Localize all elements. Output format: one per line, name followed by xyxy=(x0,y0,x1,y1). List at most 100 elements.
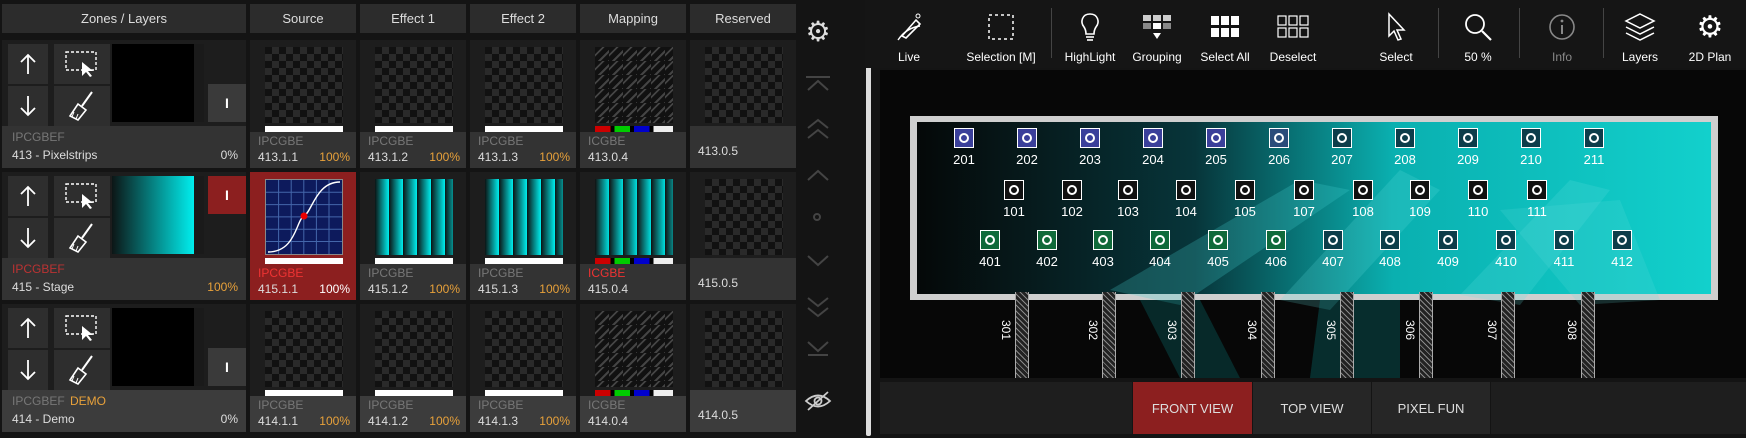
scroll-bottom-icon[interactable] xyxy=(806,340,830,361)
center-dot-icon[interactable] xyxy=(813,213,821,221)
truss-tower[interactable] xyxy=(1581,292,1595,378)
select-all-button[interactable]: Select All xyxy=(1191,4,1259,64)
plan-2d-button[interactable]: ⚙ 2D Plan xyxy=(1685,4,1735,65)
clear-zone-button[interactable] xyxy=(54,350,110,390)
fixture[interactable] xyxy=(1554,230,1574,250)
fixture[interactable] xyxy=(1584,128,1604,148)
fixture[interactable] xyxy=(1176,180,1196,200)
step-down-icon[interactable] xyxy=(806,254,830,273)
layer-cell[interactable]: IPCGBE 414.1.2 100% xyxy=(360,304,466,432)
truss-tower[interactable] xyxy=(1181,292,1195,378)
highlight-button[interactable]: HighLight xyxy=(1060,4,1120,64)
fixture[interactable] xyxy=(1458,128,1478,148)
fixture-lens-icon xyxy=(1240,185,1250,195)
truss-tower[interactable] xyxy=(1261,292,1275,378)
zone-toggle-button[interactable]: I xyxy=(208,84,246,122)
truss-tower[interactable] xyxy=(1102,292,1116,378)
layer-cell[interactable]: IPCGBE 413.1.1 100% xyxy=(250,40,356,168)
fixture[interactable] xyxy=(1395,128,1415,148)
select-zone-button[interactable] xyxy=(54,176,110,216)
deselect-button[interactable]: Deselect xyxy=(1263,4,1323,64)
tab-front-view[interactable]: FRONT VIEW xyxy=(1133,382,1252,434)
move-up-button[interactable] xyxy=(8,308,48,348)
fixture[interactable] xyxy=(1353,180,1373,200)
move-up-button[interactable] xyxy=(8,176,48,216)
clear-zone-button[interactable] xyxy=(54,218,110,258)
fixture[interactable] xyxy=(1266,230,1286,250)
live-button[interactable]: Live xyxy=(889,4,929,64)
selection-button[interactable]: Selection [M] xyxy=(961,4,1041,64)
layer-cell[interactable]: IPCGBE 415.1.1 100% xyxy=(250,172,356,300)
layer-cell[interactable]: 415.0.5 xyxy=(690,172,796,300)
layer-cell[interactable]: 413.0.5 xyxy=(690,40,796,168)
fixture[interactable] xyxy=(1004,180,1024,200)
fixture[interactable] xyxy=(1093,230,1113,250)
fixture[interactable] xyxy=(1294,180,1314,200)
move-down-button[interactable] xyxy=(8,86,48,126)
fixture[interactable] xyxy=(1062,180,1082,200)
grouping-button[interactable]: Grouping xyxy=(1125,4,1189,64)
layer-cell[interactable]: ICGBE 413.0.4 xyxy=(580,40,686,168)
layer-cell[interactable]: ICGBE 414.0.4 xyxy=(580,304,686,432)
truss-tower[interactable] xyxy=(1419,292,1433,378)
fixture[interactable] xyxy=(1206,128,1226,148)
fixture[interactable] xyxy=(1017,128,1037,148)
zone-toggle-button[interactable]: I xyxy=(208,348,246,386)
fixture[interactable] xyxy=(1235,180,1255,200)
fixture[interactable] xyxy=(1080,128,1100,148)
eye-hidden-icon[interactable] xyxy=(804,390,832,417)
zone-row[interactable]: I IPCGBEF 413 - Pixelstrips 0% xyxy=(2,40,246,168)
fixture[interactable] xyxy=(1037,230,1057,250)
layers-button[interactable]: Layers xyxy=(1615,4,1665,64)
arrow-down-icon xyxy=(20,228,36,249)
zone-row[interactable]: I IPCGBEF DEMO 414 - Demo 0% xyxy=(2,304,246,432)
layer-cell[interactable]: IPCGBE 415.1.3 100% xyxy=(470,172,576,300)
truss-tower[interactable] xyxy=(1340,292,1354,378)
fixture[interactable] xyxy=(1468,180,1488,200)
select-button[interactable]: Select xyxy=(1371,4,1421,64)
fixture[interactable] xyxy=(1332,128,1352,148)
fixture[interactable] xyxy=(1380,230,1400,250)
move-down-button[interactable] xyxy=(8,218,48,258)
layer-cell[interactable]: IPCGBE 413.1.2 100% xyxy=(360,40,466,168)
zone-toggle-button[interactable]: I xyxy=(208,176,246,214)
page-down-icon[interactable] xyxy=(806,296,830,323)
layer-cell[interactable]: IPCGBE 415.1.2 100% xyxy=(360,172,466,300)
move-up-button[interactable] xyxy=(8,44,48,84)
page-up-icon[interactable] xyxy=(806,118,830,145)
gear-icon[interactable]: ⚙ xyxy=(802,16,834,48)
fixture[interactable] xyxy=(1269,128,1289,148)
fixture[interactable] xyxy=(1496,230,1516,250)
stage-view[interactable]: 201 202 203 204 205 206 207 208 209 210 211 101 102 1… xyxy=(880,70,1746,378)
step-up-icon[interactable] xyxy=(806,168,830,187)
clear-zone-button[interactable] xyxy=(54,86,110,126)
move-down-button[interactable] xyxy=(8,350,48,390)
layer-cell[interactable]: IPCGBE 414.1.1 100% xyxy=(250,304,356,432)
fixture[interactable] xyxy=(1208,230,1228,250)
fixture[interactable] xyxy=(1612,230,1632,250)
scroll-top-icon[interactable] xyxy=(806,76,830,92)
layer-cell[interactable]: ICGBE 415.0.4 xyxy=(580,172,686,300)
tab-pixel-fun[interactable]: PIXEL FUN xyxy=(1372,382,1490,434)
fixture[interactable] xyxy=(1438,230,1458,250)
zone-row[interactable]: I IPCGBEF 415 - Stage 100% xyxy=(2,172,246,300)
layer-cell[interactable]: IPCGBE 413.1.3 100% xyxy=(470,40,576,168)
truss-tower[interactable] xyxy=(1015,292,1029,378)
fixture[interactable] xyxy=(954,128,974,148)
truss-tower[interactable] xyxy=(1501,292,1515,378)
select-zone-button[interactable] xyxy=(54,308,110,348)
tab-top-view[interactable]: TOP VIEW xyxy=(1253,382,1371,434)
fixture[interactable] xyxy=(1521,128,1541,148)
zoom-button[interactable]: 50 % xyxy=(1453,4,1503,64)
fixture[interactable] xyxy=(1118,180,1138,200)
fixture[interactable] xyxy=(1527,180,1547,200)
layer-cell[interactable]: 414.0.5 xyxy=(690,304,796,432)
select-zone-button[interactable] xyxy=(54,44,110,84)
layer-cell[interactable]: IPCGBE 414.1.3 100% xyxy=(470,304,576,432)
fixture[interactable] xyxy=(1323,230,1343,250)
fixture[interactable] xyxy=(1150,230,1170,250)
info-button[interactable]: Info xyxy=(1537,4,1587,64)
fixture[interactable] xyxy=(980,230,1000,250)
fixture[interactable] xyxy=(1410,180,1430,200)
fixture[interactable] xyxy=(1143,128,1163,148)
